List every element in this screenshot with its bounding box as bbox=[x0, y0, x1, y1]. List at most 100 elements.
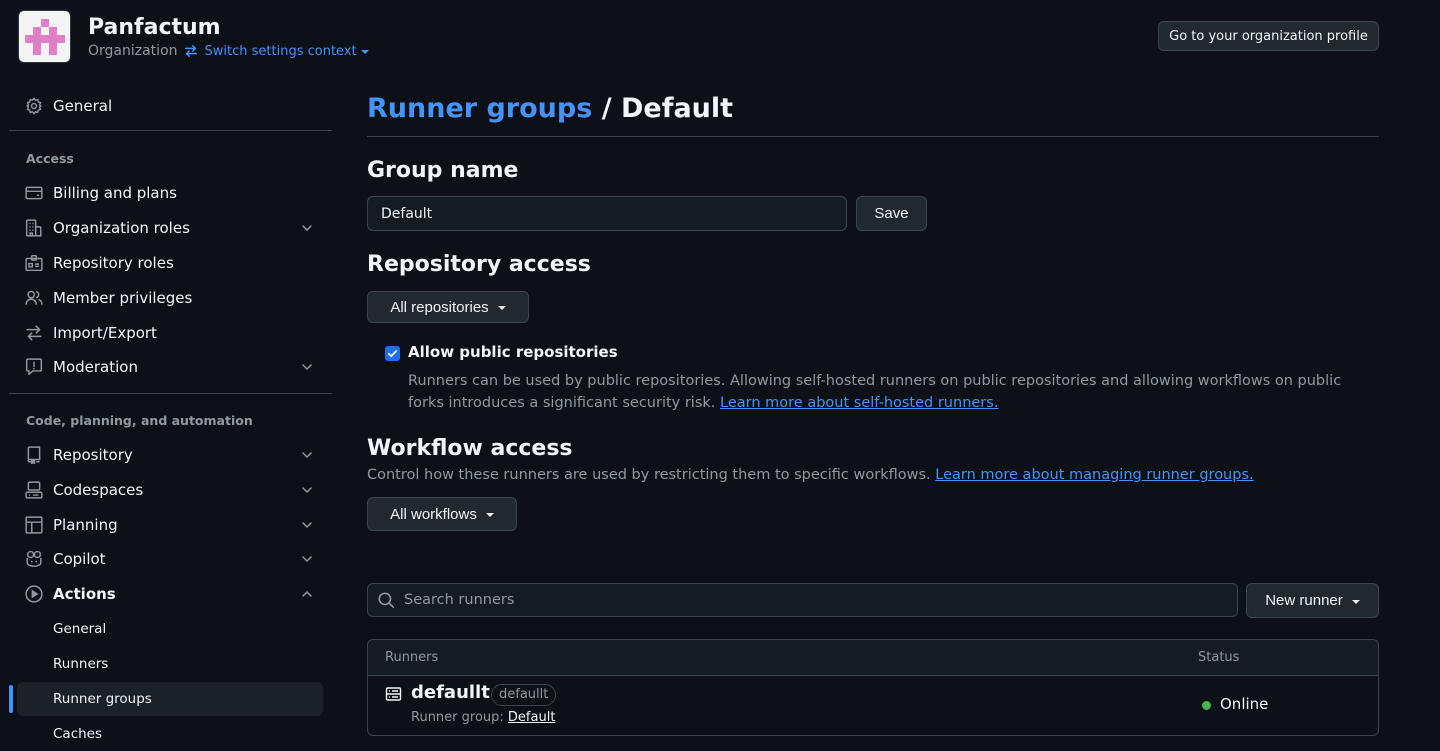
caret-down-icon bbox=[497, 306, 506, 310]
save-button[interactable]: Save bbox=[856, 196, 927, 231]
runner-name-link[interactable]: defaullt bbox=[411, 682, 490, 703]
search-runners-field[interactable] bbox=[367, 583, 1238, 617]
sidebar-subitem-caches[interactable]: Caches bbox=[17, 717, 323, 751]
sidebar-item-copilot[interactable]: Copilot bbox=[17, 542, 323, 576]
sidebar-item-label: Repository bbox=[53, 446, 133, 464]
new-runner-button[interactable]: New runner bbox=[1246, 583, 1379, 618]
sidebar-item-label: Caches bbox=[53, 726, 103, 742]
repository-access-heading: Repository access bbox=[367, 252, 591, 277]
group-name-heading: Group name bbox=[367, 158, 519, 183]
sidebar-item-label: General bbox=[53, 621, 107, 637]
id-badge-icon bbox=[25, 254, 43, 272]
runner-group-link[interactable]: Default bbox=[508, 710, 556, 725]
sidebar-item-label: Organization roles bbox=[53, 219, 190, 237]
codespaces-icon bbox=[25, 481, 43, 499]
chevron-down-icon bbox=[301, 553, 313, 565]
chevron-up-icon bbox=[301, 588, 313, 600]
runners-table: Runners Status defaullt defaullt Runner … bbox=[367, 639, 1379, 736]
sidebar-subitem-runner-groups[interactable]: Runner groups bbox=[17, 682, 323, 716]
chevron-down-icon bbox=[301, 222, 313, 234]
organization-icon bbox=[25, 219, 43, 237]
caret-down-icon bbox=[485, 513, 494, 517]
sidebar-item-label: Moderation bbox=[53, 358, 138, 376]
workflow-access-heading: Workflow access bbox=[367, 436, 573, 461]
sidebar-item-label: Runner groups bbox=[53, 691, 152, 707]
sidebar-section-code: Code, planning, and automation bbox=[26, 413, 253, 428]
sidebar-subitem-runners[interactable]: Runners bbox=[17, 647, 323, 681]
sidebar-item-actions[interactable]: Actions bbox=[17, 577, 323, 611]
column-header-runners: Runners bbox=[385, 650, 439, 665]
active-indicator bbox=[9, 685, 13, 713]
sidebar-item-planning[interactable]: Planning bbox=[17, 508, 323, 542]
allow-public-repositories-checkbox[interactable] bbox=[385, 346, 400, 361]
people-icon bbox=[25, 289, 43, 307]
repo-icon bbox=[25, 446, 43, 464]
checkmark-icon bbox=[387, 350, 398, 358]
arrow-switch-icon bbox=[184, 44, 198, 58]
sidebar-item-repository[interactable]: Repository bbox=[17, 438, 323, 472]
sidebar-section-access: Access bbox=[26, 151, 74, 166]
caret-down-icon bbox=[1351, 599, 1360, 604]
org-avatar[interactable] bbox=[18, 10, 71, 63]
learn-more-runner-groups-link[interactable]: Learn more about managing runner groups. bbox=[935, 467, 1253, 483]
sidebar-divider bbox=[9, 393, 332, 394]
sidebar-item-label: Member privileges bbox=[53, 289, 193, 307]
runner-label-badge: defaullt bbox=[491, 684, 557, 706]
chevron-down-icon bbox=[301, 519, 313, 531]
sidebar-item-general[interactable]: General bbox=[17, 89, 323, 123]
table-icon bbox=[25, 516, 43, 534]
sidebar-item-moderation[interactable]: Moderation bbox=[17, 350, 323, 384]
workflow-access-description: Control how these runners are used by re… bbox=[367, 467, 1254, 483]
sidebar-item-label: Import/Export bbox=[53, 324, 157, 342]
org-logo-icon bbox=[24, 18, 65, 55]
sidebar-item-member-privileges[interactable]: Member privileges bbox=[17, 281, 323, 315]
table-row[interactable]: defaullt defaullt Runner group: Default … bbox=[368, 676, 1378, 735]
sidebar-item-repository-roles[interactable]: Repository roles bbox=[17, 246, 323, 280]
sidebar-divider bbox=[9, 130, 332, 131]
breadcrumb-runner-groups-link[interactable]: Runner groups bbox=[367, 93, 592, 124]
description-text: Control how these runners are used by re… bbox=[367, 467, 936, 483]
sidebar-item-import-export[interactable]: Import/Export bbox=[17, 316, 323, 350]
workflow-access-dropdown-label: All workflows bbox=[390, 505, 477, 523]
sidebar-item-codespaces[interactable]: Codespaces bbox=[17, 473, 323, 507]
caret-down-icon bbox=[360, 50, 369, 54]
sidebar-item-label: Repository roles bbox=[53, 254, 174, 272]
sidebar-item-label: Actions bbox=[53, 585, 116, 603]
sidebar-item-organization-roles[interactable]: Organization roles bbox=[17, 211, 323, 245]
sidebar-subitem-actions-general[interactable]: General bbox=[17, 612, 323, 646]
allow-public-repositories-description: Runners can be used by public repositori… bbox=[408, 370, 1358, 414]
runner-group-prefix: Runner group: bbox=[411, 710, 508, 725]
breadcrumb-separator: / bbox=[592, 93, 621, 124]
gear-icon bbox=[25, 97, 43, 115]
breadcrumb-current: Default bbox=[620, 93, 734, 124]
org-type: Organization bbox=[88, 43, 178, 59]
status-text: Online bbox=[1220, 695, 1269, 713]
group-name-input[interactable] bbox=[367, 196, 847, 231]
org-profile-button[interactable]: Go to your organization profile bbox=[1158, 21, 1379, 51]
search-runners-input[interactable] bbox=[404, 592, 1204, 608]
column-header-status: Status bbox=[1198, 650, 1240, 665]
new-runner-label: New runner bbox=[1265, 592, 1343, 609]
workflow-access-dropdown[interactable]: All workflows bbox=[367, 497, 517, 531]
switch-settings-context-button[interactable]: Switch settings context bbox=[205, 44, 369, 59]
title-divider bbox=[367, 136, 1379, 137]
allow-public-repositories-label[interactable]: Allow public repositories bbox=[408, 343, 618, 361]
sidebar-item-label: Codespaces bbox=[53, 481, 144, 499]
sidebar-item-label: Billing and plans bbox=[53, 184, 177, 202]
runner-group-info: Runner group: Default bbox=[411, 710, 555, 725]
runners-table-header: Runners Status bbox=[368, 640, 1378, 676]
chevron-down-icon bbox=[301, 484, 313, 496]
org-name: Panfactum bbox=[88, 15, 221, 40]
sidebar-item-label: Runners bbox=[53, 656, 109, 672]
chevron-down-icon bbox=[301, 361, 313, 373]
learn-more-self-hosted-runners-link[interactable]: Learn more about self-hosted runners. bbox=[720, 395, 998, 411]
search-icon bbox=[377, 591, 395, 609]
sidebar-item-label: General bbox=[53, 97, 113, 115]
server-icon bbox=[385, 686, 402, 702]
sidebar-item-label: Planning bbox=[53, 516, 118, 534]
repository-access-dropdown[interactable]: All repositories bbox=[367, 291, 529, 323]
sidebar-item-billing[interactable]: Billing and plans bbox=[17, 176, 323, 210]
copilot-icon bbox=[25, 550, 43, 568]
arrow-switch-icon bbox=[25, 324, 43, 342]
breadcrumb: Runner groups / Default bbox=[367, 92, 733, 126]
